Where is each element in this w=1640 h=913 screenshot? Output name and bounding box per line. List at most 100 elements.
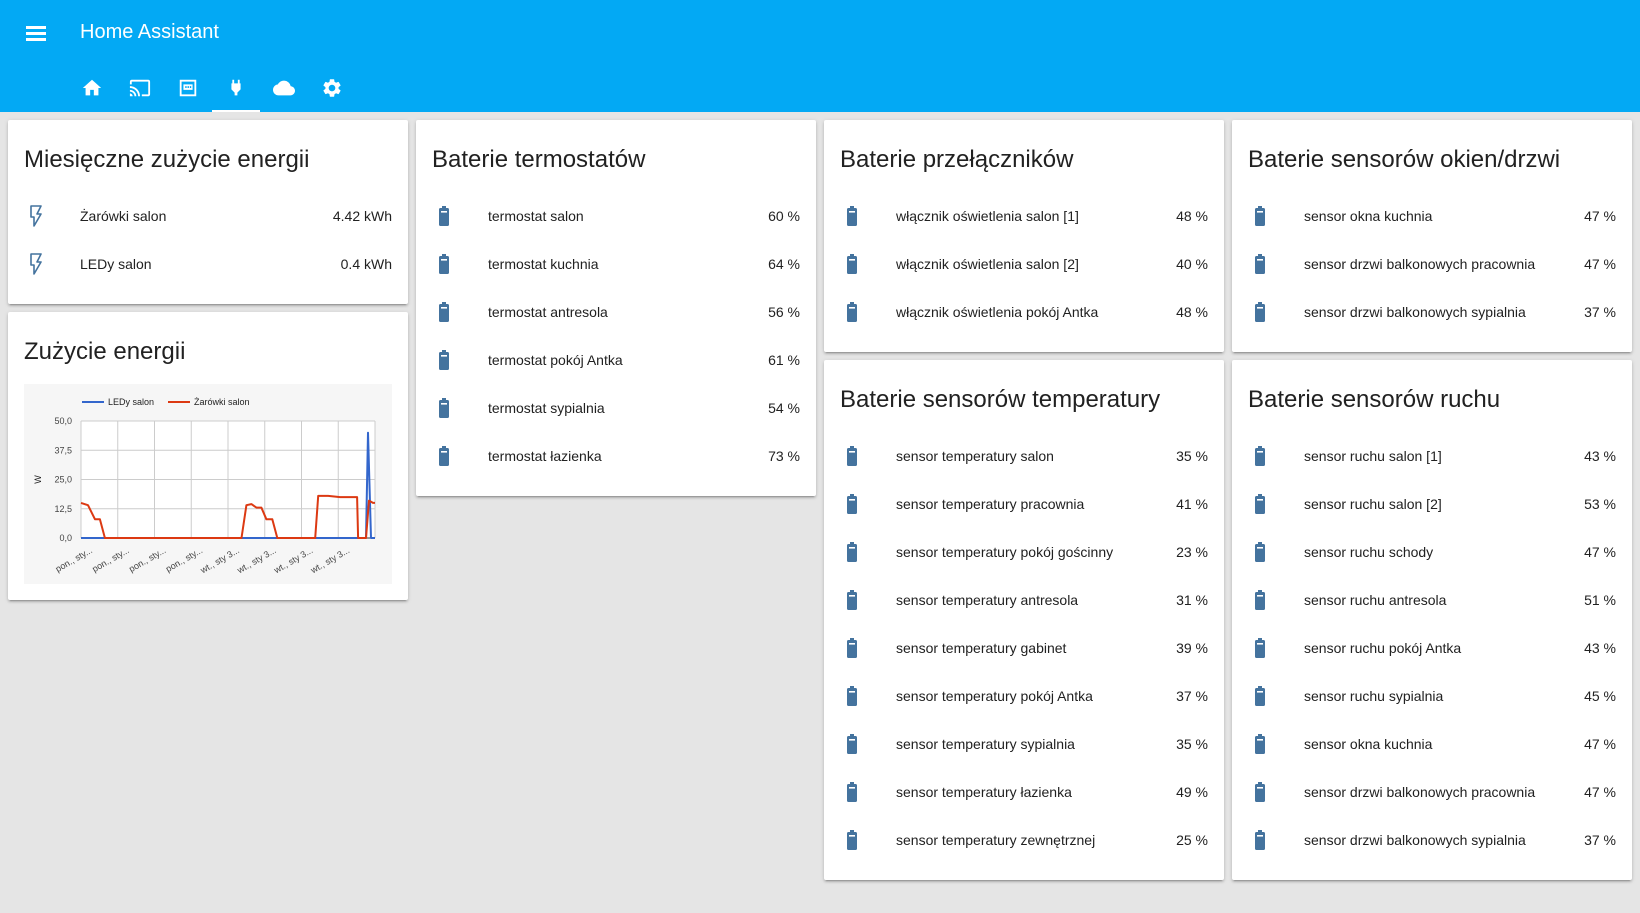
- entity-row[interactable]: sensor temperatury zewnętrznej 25 %: [824, 816, 1224, 864]
- power-plug-icon: [231, 79, 241, 96]
- entity-state: 25 %: [1176, 832, 1208, 848]
- flash-icon: [24, 204, 64, 228]
- cast-icon: [129, 79, 151, 97]
- entity-row[interactable]: termostat salon 60 %: [416, 192, 816, 240]
- y-tick-label: 0,0: [59, 533, 72, 543]
- entity-row[interactable]: włącznik oświetlenia pokój Antka 48 %: [824, 288, 1224, 336]
- card-title: Miesięczne zużycie energii: [24, 146, 310, 173]
- entity-name: sensor temperatury łazienka: [896, 784, 1072, 800]
- entity-name: sensor ruchu sypialnia: [1304, 688, 1444, 704]
- x-tick-label: wt., sty 3...: [308, 545, 351, 576]
- battery-icon: [1248, 828, 1288, 852]
- entity-state: 37 %: [1176, 688, 1208, 704]
- entity-state: 60 %: [768, 208, 800, 224]
- battery-icon: [1248, 540, 1288, 564]
- entity-row[interactable]: sensor temperatury antresola 31 %: [824, 576, 1224, 624]
- battery-icon: [1248, 732, 1288, 756]
- entity-row[interactable]: sensor drzwi balkonowych pracownia 47 %: [1232, 240, 1632, 288]
- battery-icon: [840, 204, 880, 228]
- card-title: Baterie sensorów temperatury: [840, 386, 1161, 413]
- tab-cast[interactable]: [116, 64, 164, 112]
- entity-row[interactable]: LEDy salon 0.4 kWh: [8, 240, 408, 288]
- battery-icon: [432, 396, 472, 420]
- entity-state: 48 %: [1176, 208, 1208, 224]
- view-tabs: [68, 64, 356, 112]
- entity-name: sensor ruchu antresola: [1304, 592, 1447, 608]
- entity-row[interactable]: termostat sypialnia 54 %: [416, 384, 816, 432]
- entity-row[interactable]: sensor okna kuchnia 47 %: [1232, 192, 1632, 240]
- entity-name: LEDy salon: [80, 256, 152, 272]
- battery-icon: [1248, 300, 1288, 324]
- entity-row[interactable]: sensor ruchu pokój Antka 43 %: [1232, 624, 1632, 672]
- entity-state: 73 %: [768, 448, 800, 464]
- entity-state: 45 %: [1584, 688, 1616, 704]
- entity-name: sensor okna kuchnia: [1304, 736, 1433, 752]
- entity-name: sensor ruchu schody: [1304, 544, 1434, 560]
- battery-icon: [1248, 444, 1288, 468]
- entity-row[interactable]: sensor temperatury pracownia 41 %: [824, 480, 1224, 528]
- entity-state: 47 %: [1584, 784, 1616, 800]
- battery-icon: [432, 204, 472, 228]
- temperature-sensor-batteries-card: Baterie sensorów temperatury sensor temp…: [824, 360, 1224, 880]
- energy-usage-card: Zużycie energii 50,0 37,5 25,0 12,5 0,0 Wpon.…: [8, 312, 408, 600]
- entity-row[interactable]: sensor temperatury sypialnia 35 %: [824, 720, 1224, 768]
- entity-row[interactable]: Żarówki salon 4.42 kWh: [8, 192, 408, 240]
- entity-row[interactable]: sensor ruchu sypialnia 45 %: [1232, 672, 1632, 720]
- entity-state: 47 %: [1584, 256, 1616, 272]
- entity-name: sensor temperatury salon: [896, 448, 1054, 464]
- entity-row[interactable]: sensor drzwi balkonowych pracownia 47 %: [1232, 768, 1632, 816]
- entity-state: 47 %: [1584, 544, 1616, 560]
- entity-row[interactable]: sensor temperatury pokój gościnny 23 %: [824, 528, 1224, 576]
- entity-row[interactable]: sensor drzwi balkonowych sypialnia 37 %: [1232, 288, 1632, 336]
- entity-row[interactable]: sensor temperatury gabinet 39 %: [824, 624, 1224, 672]
- entity-row[interactable]: sensor temperatury salon 35 %: [824, 432, 1224, 480]
- entity-state: 31 %: [1176, 592, 1208, 608]
- battery-icon: [432, 252, 472, 276]
- entity-row[interactable]: sensor ruchu schody 47 %: [1232, 528, 1632, 576]
- entity-state: 56 %: [768, 304, 800, 320]
- entity-row[interactable]: włącznik oświetlenia salon [2] 40 %: [824, 240, 1224, 288]
- entity-name: termostat pokój Antka: [488, 352, 623, 368]
- entity-row[interactable]: sensor temperatury łazienka 49 %: [824, 768, 1224, 816]
- tab-router[interactable]: [164, 64, 212, 112]
- entity-state: 40 %: [1176, 256, 1208, 272]
- energy-line-chart: 50,037,525,012,50,0Wpon., sty...pon., st…: [33, 397, 376, 576]
- entity-row[interactable]: sensor ruchu antresola 51 %: [1232, 576, 1632, 624]
- entity-row[interactable]: termostat kuchnia 64 %: [416, 240, 816, 288]
- entity-name: sensor temperatury zewnętrznej: [896, 832, 1096, 848]
- flash-icon: [24, 252, 64, 276]
- entity-state: 39 %: [1176, 640, 1208, 656]
- x-tick-label: pon., sty...: [127, 545, 167, 574]
- entity-row[interactable]: sensor drzwi balkonowych sypialnia 37 %: [1232, 816, 1632, 864]
- battery-icon: [840, 732, 880, 756]
- tab-home[interactable]: [68, 64, 116, 112]
- battery-icon: [840, 636, 880, 660]
- tab-energy[interactable]: [212, 64, 260, 112]
- y-axis-label: W: [33, 475, 43, 484]
- entity-row[interactable]: termostat antresola 56 %: [416, 288, 816, 336]
- battery-icon: [840, 684, 880, 708]
- energy-chart: 50,0 37,5 25,0 12,5 0,0 Wpon., sty... pon., st…: [24, 384, 392, 584]
- tab-settings[interactable]: [308, 64, 356, 112]
- entity-row[interactable]: sensor temperatury pokój Antka 37 %: [824, 672, 1224, 720]
- entity-state: 54 %: [768, 400, 800, 416]
- entity-name: sensor okna kuchnia: [1304, 208, 1433, 224]
- battery-icon: [840, 252, 880, 276]
- entity-row[interactable]: termostat łazienka 73 %: [416, 432, 816, 480]
- entity-state: 35 %: [1176, 448, 1208, 464]
- battery-icon: [432, 348, 472, 372]
- entity-name: sensor temperatury sypialnia: [896, 736, 1075, 752]
- entity-name: włącznik oświetlenia salon [1]: [896, 208, 1079, 224]
- menu-icon[interactable]: [22, 19, 50, 47]
- tab-cloud[interactable]: [260, 64, 308, 112]
- y-tick-label: 50,0: [54, 416, 72, 426]
- entity-name: sensor temperatury pracownia: [896, 496, 1085, 512]
- battery-icon: [1248, 588, 1288, 612]
- entity-row[interactable]: sensor okna kuchnia 47 %: [1232, 720, 1632, 768]
- entity-row[interactable]: włącznik oświetlenia salon [1] 48 %: [824, 192, 1224, 240]
- entity-row[interactable]: sensor ruchu salon [2] 53 %: [1232, 480, 1632, 528]
- card-title: Baterie termostatów: [432, 146, 646, 173]
- entity-row[interactable]: termostat pokój Antka 61 %: [416, 336, 816, 384]
- home-icon: [82, 79, 102, 96]
- entity-row[interactable]: sensor ruchu salon [1] 43 %: [1232, 432, 1632, 480]
